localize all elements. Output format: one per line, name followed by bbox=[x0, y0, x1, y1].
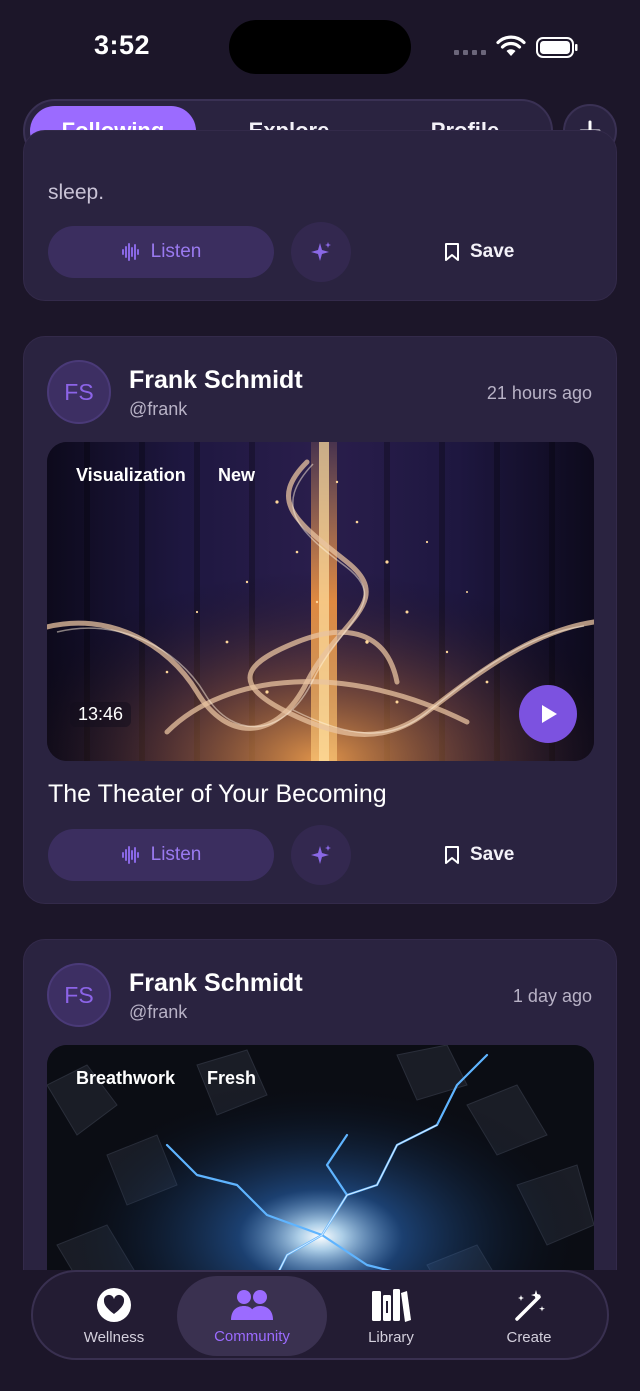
save-label: Save bbox=[470, 844, 515, 865]
play-icon bbox=[542, 705, 557, 723]
nav-wellness[interactable]: Wellness bbox=[39, 1276, 189, 1356]
bookmark-icon bbox=[445, 846, 459, 864]
post-title[interactable]: The Theater of Your Becoming bbox=[48, 780, 387, 809]
category-tag: Visualization bbox=[76, 465, 186, 485]
ai-sparkle-button[interactable] bbox=[291, 222, 351, 282]
play-button[interactable] bbox=[519, 685, 577, 743]
battery-icon bbox=[536, 37, 578, 58]
magic-wand-icon bbox=[515, 1289, 545, 1321]
post-timestamp: 21 hours ago bbox=[486, 383, 592, 403]
nav-create-label: Create bbox=[506, 1328, 552, 1346]
books-icon bbox=[372, 1288, 411, 1322]
nav-library-label: Library bbox=[368, 1328, 414, 1346]
dynamic-island bbox=[229, 20, 411, 74]
people-icon bbox=[231, 1289, 273, 1320]
heart-icon bbox=[97, 1287, 131, 1322]
waveform-icon bbox=[121, 243, 139, 261]
nav-community-label: Community bbox=[214, 1327, 290, 1345]
community-feed-screen: 3:52 Following Explore Profile sleep. Li… bbox=[0, 0, 640, 1391]
listen-button[interactable]: Listen bbox=[48, 226, 274, 278]
duration-label: 13:46 bbox=[70, 702, 132, 727]
nav-library[interactable]: Library bbox=[316, 1276, 466, 1356]
post-description: sleep. bbox=[48, 181, 105, 204]
sparkle-icon bbox=[311, 242, 331, 261]
nav-create[interactable]: Create bbox=[454, 1276, 604, 1356]
category-tag: Breathwork bbox=[76, 1068, 176, 1088]
wifi-icon bbox=[496, 35, 526, 56]
listen-button[interactable]: Listen bbox=[48, 829, 274, 881]
post-thumbnail[interactable]: Visualization New 13:46 bbox=[47, 442, 594, 761]
bookmark-icon bbox=[445, 243, 459, 261]
save-button[interactable]: Save bbox=[444, 829, 514, 881]
bottom-nav: Wellness Community Library Create bbox=[31, 1270, 609, 1360]
ai-sparkle-button[interactable] bbox=[291, 825, 351, 885]
avatar[interactable]: FS bbox=[47, 963, 111, 1027]
nav-community[interactable]: Community bbox=[177, 1276, 327, 1356]
listen-label: Listen bbox=[150, 844, 202, 865]
status-tag: Fresh bbox=[207, 1068, 257, 1088]
status-tag: New bbox=[218, 465, 256, 485]
post-timestamp: 1 day ago bbox=[512, 986, 592, 1006]
post-card: FS Frank Schmidt @frank 21 hours ago Vis… bbox=[23, 336, 617, 904]
post-card: sleep. Listen Save bbox=[23, 130, 617, 301]
listen-label: Listen bbox=[150, 241, 202, 262]
author-handle: @frank bbox=[129, 399, 188, 419]
sparkle-icon bbox=[311, 845, 331, 864]
author-name[interactable]: Frank Schmidt bbox=[129, 366, 303, 395]
nav-wellness-label: Wellness bbox=[83, 1328, 145, 1346]
author-name[interactable]: Frank Schmidt bbox=[129, 969, 303, 998]
save-label: Save bbox=[470, 241, 515, 262]
avatar[interactable]: FS bbox=[47, 360, 111, 424]
cellular-signal-icon bbox=[454, 50, 486, 56]
author-handle: @frank bbox=[129, 1002, 188, 1022]
waveform-icon bbox=[121, 846, 139, 864]
save-button[interactable]: Save bbox=[444, 226, 514, 278]
status-time: 3:52 bbox=[94, 30, 151, 60]
